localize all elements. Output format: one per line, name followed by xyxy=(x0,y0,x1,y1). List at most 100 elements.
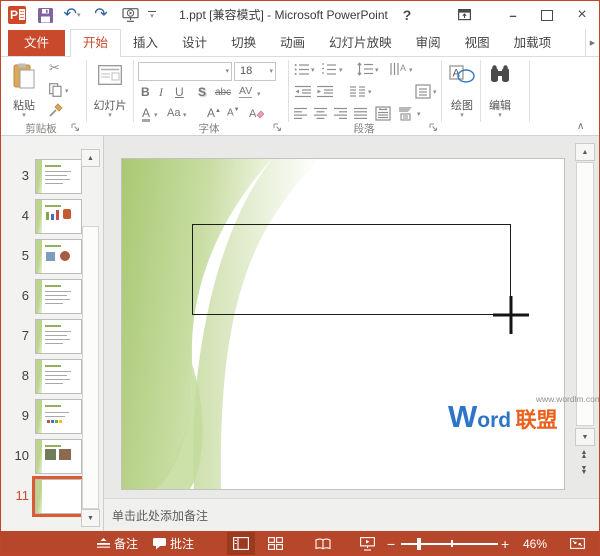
next-slide-button[interactable]: ▼ ▼ xyxy=(575,465,593,476)
font-color-button[interactable]: A xyxy=(142,107,151,122)
collapse-ribbon-button[interactable]: ∧ xyxy=(577,121,584,132)
zoom-in-button[interactable]: + xyxy=(501,531,509,555)
paragraph-dialog-launcher[interactable] xyxy=(429,123,438,132)
convert-smartart-button[interactable] xyxy=(397,106,414,121)
align-left-button[interactable] xyxy=(293,107,308,120)
start-slideshow-button[interactable] xyxy=(119,1,141,29)
strikethrough-button[interactable]: abc xyxy=(215,88,231,98)
columns-dropdown[interactable]: ▾ xyxy=(368,89,372,96)
line-spacing-dropdown[interactable]: ▾ xyxy=(375,67,379,74)
character-spacing-button[interactable]: AV xyxy=(239,86,253,98)
ribbon-tab-文件[interactable]: 文件 xyxy=(8,30,66,57)
slide-thumbnail-8[interactable] xyxy=(35,359,82,394)
distribute-text-button[interactable] xyxy=(375,106,391,121)
columns-button[interactable] xyxy=(349,85,366,98)
slide-canvas-area[interactable]: www.wordlm.com Word 联盟 ▲ ▼ ▲ ▲ ▼ ▼ xyxy=(104,136,599,498)
comments-toggle-button[interactable]: 批注 xyxy=(153,531,194,555)
align-text-dropdown[interactable]: ▾ xyxy=(433,89,437,96)
save-button[interactable] xyxy=(35,1,55,29)
text-direction-button[interactable]: A xyxy=(389,62,407,76)
clipboard-dialog-launcher[interactable] xyxy=(71,123,80,132)
slide-thumbnail-6[interactable] xyxy=(35,279,82,314)
previous-slide-button[interactable]: ▲ ▲ xyxy=(575,449,593,460)
slide-thumbnail-4[interactable] xyxy=(35,199,82,234)
shrink-font-button[interactable]: A▼ xyxy=(227,107,240,118)
minimize-button[interactable]: – xyxy=(501,1,525,29)
reading-view-button[interactable] xyxy=(309,532,337,555)
undo-button[interactable]: ↶ ▾ xyxy=(59,1,85,29)
paste-button[interactable]: 粘贴 ▾ xyxy=(6,60,42,122)
drawing-menu-button[interactable]: A 绘图 ▾ xyxy=(445,60,479,122)
panel-scroll-down-button[interactable]: ▼ xyxy=(81,509,100,527)
font-color-dropdown[interactable]: ▾ xyxy=(154,112,158,119)
copy-dropdown-icon[interactable]: ▾ xyxy=(65,88,69,95)
powerpoint-app-icon[interactable]: P xyxy=(8,6,26,24)
slide-thumbnail-10[interactable] xyxy=(35,439,82,474)
character-spacing-dropdown[interactable]: ▾ xyxy=(257,91,261,98)
cut-button[interactable]: ✂ xyxy=(49,61,60,74)
notes-toggle-button[interactable]: 备注 xyxy=(97,531,138,555)
numbering-dropdown[interactable]: ▾ xyxy=(339,67,343,74)
text-direction-dropdown[interactable]: ▾ xyxy=(409,67,413,74)
ribbon-tab-幻灯片放映[interactable]: 幻灯片放映 xyxy=(317,30,404,57)
redo-button[interactable]: ↷ xyxy=(91,1,111,29)
panel-scroll-up-button[interactable]: ▲ xyxy=(81,149,100,167)
ribbon-tab-加载项[interactable]: 加载项 xyxy=(502,30,564,57)
align-right-button[interactable] xyxy=(333,107,348,120)
ribbon-tab-插入[interactable]: 插入 xyxy=(121,30,170,57)
qat-customize-button[interactable]: ▾ xyxy=(145,1,159,29)
font-size-combo[interactable]: 18 ▾ xyxy=(234,62,276,81)
notes-pane[interactable]: 单击此处添加备注 xyxy=(104,498,599,532)
new-slide-button[interactable]: 幻灯片 ▾ xyxy=(91,60,129,122)
ribbon-tab-审阅[interactable]: 审阅 xyxy=(404,30,453,57)
bold-button[interactable]: B xyxy=(141,86,150,98)
bullets-dropdown[interactable]: ▾ xyxy=(311,67,315,74)
slide-thumbnail-3[interactable] xyxy=(35,159,82,194)
font-dialog-launcher[interactable] xyxy=(273,123,282,132)
ribbon-tab-视图[interactable]: 视图 xyxy=(453,30,502,57)
text-shadow-button[interactable]: S xyxy=(198,86,206,98)
underline-button[interactable]: U xyxy=(175,86,184,98)
line-spacing-button[interactable] xyxy=(357,62,374,76)
align-text-button[interactable] xyxy=(415,84,431,99)
italic-button[interactable]: I xyxy=(159,86,163,98)
zoom-slider-track[interactable] xyxy=(401,543,498,545)
grow-font-button[interactable]: A▲ xyxy=(207,107,221,119)
slide-thumbnail-5[interactable] xyxy=(35,239,82,274)
align-center-button[interactable] xyxy=(313,107,328,120)
convert-smartart-dropdown[interactable]: ▾ xyxy=(417,111,421,118)
normal-view-button[interactable] xyxy=(227,532,255,555)
slide-thumbnail-9[interactable] xyxy=(35,399,82,434)
slide-thumbnail-11[interactable] xyxy=(32,476,85,517)
ribbon-display-options-button[interactable] xyxy=(453,1,475,29)
zoom-slider-thumb[interactable] xyxy=(417,538,421,550)
justify-button[interactable] xyxy=(353,107,368,120)
font-name-combo[interactable]: ▾ xyxy=(138,62,232,81)
help-button[interactable]: ? xyxy=(397,1,417,29)
panel-scrollbar-thumb[interactable] xyxy=(82,226,99,509)
slide-sorter-view-button[interactable] xyxy=(261,532,289,555)
ribbon-tab-切换[interactable]: 切换 xyxy=(219,30,268,57)
ribbon-tab-设计[interactable]: 设计 xyxy=(170,30,219,57)
increase-indent-button[interactable] xyxy=(316,85,334,98)
ribbon-tab-动画[interactable]: 动画 xyxy=(268,30,317,57)
slideshow-view-button[interactable] xyxy=(353,532,381,555)
clear-formatting-button[interactable]: A xyxy=(249,107,264,120)
canvas-scroll-up-button[interactable]: ▲ xyxy=(575,143,595,161)
decrease-indent-button[interactable] xyxy=(294,85,312,98)
tab-scroll-right-button[interactable]: ▶ xyxy=(585,29,599,56)
slide-thumbnail-7[interactable] xyxy=(35,319,82,354)
change-case-button[interactable]: Aa xyxy=(167,108,180,119)
format-painter-button[interactable] xyxy=(49,103,63,117)
numbering-button[interactable] xyxy=(321,63,337,76)
close-button[interactable]: × xyxy=(569,1,595,29)
canvas-scrollbar-thumb[interactable] xyxy=(576,162,594,426)
editing-menu-button[interactable]: 编辑 ▾ xyxy=(483,60,517,122)
zoom-level[interactable]: 46% xyxy=(523,531,547,555)
copy-button[interactable] xyxy=(49,83,62,97)
change-case-dropdown[interactable]: ▾ xyxy=(183,112,187,119)
fit-slide-to-window-button[interactable] xyxy=(563,532,591,555)
zoom-out-button[interactable]: − xyxy=(387,531,395,555)
maximize-button[interactable] xyxy=(535,1,559,29)
bullets-button[interactable] xyxy=(294,63,310,76)
